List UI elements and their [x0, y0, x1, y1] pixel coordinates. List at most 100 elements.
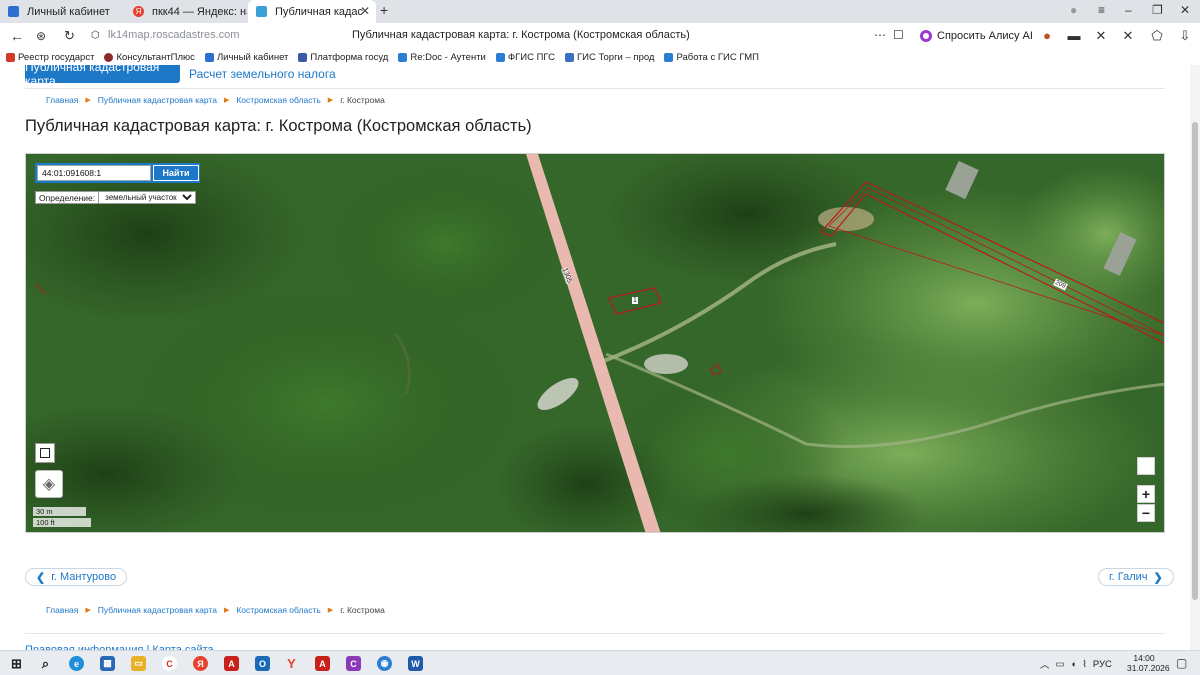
tab-personal-cabinet[interactable]: Личный кабинет: [0, 0, 125, 23]
extension-icon[interactable]: ✕: [1094, 29, 1108, 43]
download-icon[interactable]: ⇩: [1178, 29, 1192, 43]
security-icon[interactable]: ⊛: [36, 29, 46, 43]
bookmark-item[interactable]: ГИС Торги – прод: [564, 52, 654, 63]
network-icon[interactable]: ▭: [1056, 659, 1065, 670]
bookmark-item[interactable]: Работа с ГИС ГМП: [664, 52, 759, 63]
bookmark-item[interactable]: ФГИС ПГС: [495, 52, 555, 63]
breadcrumb-pkk[interactable]: Публичная кадастровая карта: [98, 605, 217, 615]
breadcrumb-current: г. Кострома: [340, 95, 385, 105]
next-city-label: г. Галич: [1109, 571, 1148, 583]
breadcrumb-region[interactable]: Костромская область: [236, 95, 320, 105]
app-icon[interactable]: C: [346, 656, 361, 671]
zoom-in-button[interactable]: +: [1137, 485, 1155, 503]
breadcrumb-pkk[interactable]: Публичная кадастровая карта: [98, 95, 217, 105]
bookmark-label: Re:Doc - Аутенти: [410, 51, 486, 63]
yandex-browser-icon[interactable]: Y: [284, 656, 299, 671]
bookmark-item[interactable]: Платформа госуд: [298, 52, 388, 63]
chevron-right-icon: ❯: [1153, 571, 1163, 584]
tab-land-tax[interactable]: Расчет земельного налога: [189, 67, 336, 81]
alice-button[interactable]: Спросить Алису AI: [916, 26, 1041, 46]
tab-cadastral-map[interactable]: Публичная кадастровая ✕: [248, 0, 376, 23]
breadcrumb-bottom: Главная ▶ Публичная кадастровая карта ▶ …: [46, 605, 385, 615]
scrollbar-thumb[interactable]: [1192, 122, 1198, 600]
layers-button[interactable]: ◈: [35, 470, 63, 498]
close-window-icon[interactable]: ✕: [1180, 3, 1190, 17]
outlook-icon[interactable]: O: [255, 656, 270, 671]
app-icon[interactable]: ◉: [377, 656, 392, 671]
profile-icon[interactable]: ●: [1070, 3, 1077, 17]
alice-label: Спросить Алису AI: [937, 30, 1033, 42]
bookmark-icon[interactable]: ☐: [893, 28, 904, 42]
divider: [25, 633, 1165, 634]
minimize-icon[interactable]: –: [1125, 3, 1132, 17]
search-icon[interactable]: ⌕: [38, 656, 53, 671]
bookmark-label: Работа с ГИС ГМП: [676, 51, 759, 63]
restore-icon[interactable]: ❐: [1152, 3, 1163, 17]
cadastral-search: Найти: [35, 163, 200, 183]
browser-icon[interactable]: C: [162, 656, 177, 671]
find-button[interactable]: Найти: [153, 165, 199, 181]
more-icon[interactable]: ⋯: [874, 28, 886, 42]
cadastral-map[interactable]: 1305 1 209 Найти Определение: земельный …: [25, 153, 1165, 533]
shield-icon[interactable]: ⬡: [91, 30, 100, 41]
tab-label: Личный кабинет: [27, 5, 110, 18]
satellite-imagery: [26, 154, 1164, 532]
divider: [25, 88, 1165, 89]
close-tab-icon[interactable]: ✕: [360, 4, 370, 18]
bookmark-item[interactable]: Re:Doc - Аутенти: [398, 52, 486, 63]
fullscreen-button[interactable]: [35, 443, 55, 463]
next-city-link[interactable]: г. Галич ❯: [1098, 568, 1174, 586]
acrobat-icon[interactable]: A: [224, 656, 239, 671]
language-indicator[interactable]: РУС: [1093, 659, 1112, 670]
scale-imperial: 100 ft: [33, 518, 91, 527]
system-tray: ︿ ▭ ◖ ⌇ РУС: [1040, 657, 1112, 672]
edge-icon[interactable]: e: [69, 656, 84, 671]
menu-icon[interactable]: ≡: [1098, 3, 1105, 17]
scale-metric: 30 m: [33, 507, 86, 516]
bookmarks-bar: Реестр государст КонсультантПлюс Личный …: [0, 49, 1200, 65]
chevron-left-icon: ❮: [36, 571, 46, 584]
address-bar: ← ⊛ ↻ ⬡ lk14map.roscadastres.com Публичн…: [0, 23, 1200, 49]
extension-icon[interactable]: ●: [1040, 29, 1054, 43]
prev-city-link[interactable]: ❮ г. Мантурово: [25, 568, 128, 586]
breadcrumb-home[interactable]: Главная: [46, 605, 78, 615]
definition-label: Определение:: [39, 192, 96, 203]
notifications-icon[interactable]: ▢: [1176, 656, 1187, 670]
start-icon[interactable]: ⊞: [9, 656, 24, 671]
tab-yandex-search[interactable]: Я пкк44 — Яндекс: нашлось: [125, 0, 247, 23]
chevron-up-icon[interactable]: ︿: [1040, 657, 1050, 671]
definition-select[interactable]: земельный участок: [98, 192, 196, 203]
word-icon[interactable]: W: [408, 656, 423, 671]
extension-icon[interactable]: ✕: [1121, 29, 1135, 43]
page-title-text: Публичная кадастровая карта: г. Кострома…: [352, 29, 690, 41]
map-icon: [256, 6, 267, 17]
yandex-icon[interactable]: Я: [193, 656, 208, 671]
wifi-icon[interactable]: ⌇: [1082, 659, 1087, 670]
back-icon[interactable]: ←: [10, 28, 24, 44]
extension-icon[interactable]: ⬠: [1150, 29, 1164, 43]
extension-icon[interactable]: ▬: [1067, 29, 1081, 43]
url-text[interactable]: lk14map.roscadastres.com: [108, 29, 239, 41]
breadcrumb-separator-icon: ▶: [85, 607, 91, 614]
store-icon[interactable]: ▦: [100, 656, 115, 671]
pdf-icon[interactable]: A: [315, 656, 330, 671]
map-blank-button[interactable]: [1137, 457, 1155, 475]
bookmark-item[interactable]: Личный кабинет: [204, 52, 288, 63]
bookmark-icon: [298, 52, 308, 62]
breadcrumb-region[interactable]: Костромская область: [236, 605, 320, 615]
breadcrumb-home[interactable]: Главная: [46, 95, 78, 105]
browser-tab-bar: Личный кабинет Я пкк44 — Яндекс: нашлось…: [0, 0, 1200, 23]
new-tab-icon[interactable]: +: [380, 2, 388, 18]
folder-icon[interactable]: ▭: [131, 656, 146, 671]
cadastral-number-input[interactable]: [37, 165, 151, 181]
zoom-out-button[interactable]: −: [1137, 504, 1155, 522]
volume-icon[interactable]: ◖: [1071, 659, 1077, 670]
reload-icon[interactable]: ↻: [64, 28, 75, 44]
yandex-icon: Я: [133, 6, 144, 17]
tab-cadastral-map-page[interactable]: Публичная кадастровая карта: [25, 60, 180, 88]
bookmark-icon: [495, 52, 505, 62]
prev-city-label: г. Мантурово: [51, 571, 117, 583]
parcel-label: 1: [632, 297, 638, 304]
clock[interactable]: 14:00 31.07.2026: [1127, 653, 1170, 673]
bookmark-icon: [398, 52, 408, 62]
